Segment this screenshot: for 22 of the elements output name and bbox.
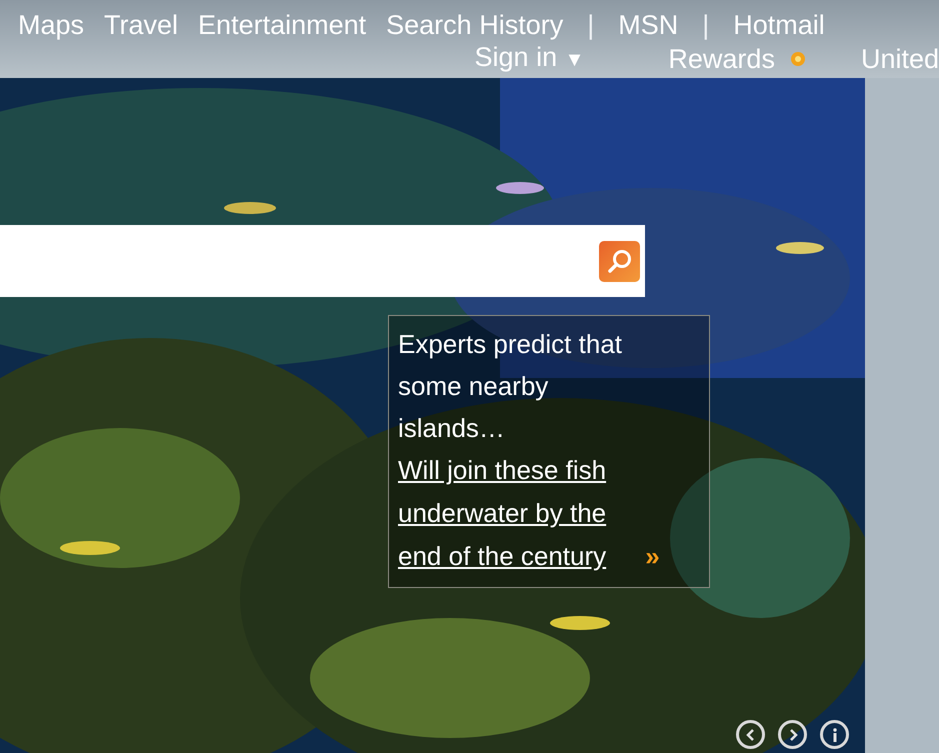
search-button[interactable]	[599, 240, 640, 282]
rewards-link[interactable]: Rewards	[668, 42, 775, 74]
region-link[interactable]: United	[860, 42, 939, 74]
nav-separator: |	[702, 9, 710, 41]
nav-link[interactable]: Hotmail	[733, 9, 825, 41]
previous-button[interactable]	[736, 720, 765, 749]
nav-link[interactable]: Maps	[18, 9, 84, 41]
nav-link[interactable]: MSN	[618, 9, 678, 41]
chevron-left-icon	[744, 728, 756, 742]
caption-text: Experts predict that some nearby islands…	[398, 328, 623, 445]
nav-link[interactable]: Travel	[104, 9, 178, 41]
search-field[interactable]	[0, 225, 645, 297]
nav-link[interactable]: Search History	[386, 9, 564, 41]
info-button[interactable]	[820, 720, 849, 749]
next-button[interactable]	[778, 720, 807, 749]
nav-separator: |	[587, 9, 594, 41]
more-icon[interactable]: »	[645, 541, 660, 571]
nav-link[interactable]: Entertainment	[198, 9, 366, 41]
sign-in-link[interactable]: Sign in ▼	[474, 41, 584, 76]
caption-link[interactable]: Will join these fish underwater by the end of the century	[398, 449, 638, 578]
medal-icon	[788, 50, 807, 68]
search-icon	[606, 248, 632, 274]
